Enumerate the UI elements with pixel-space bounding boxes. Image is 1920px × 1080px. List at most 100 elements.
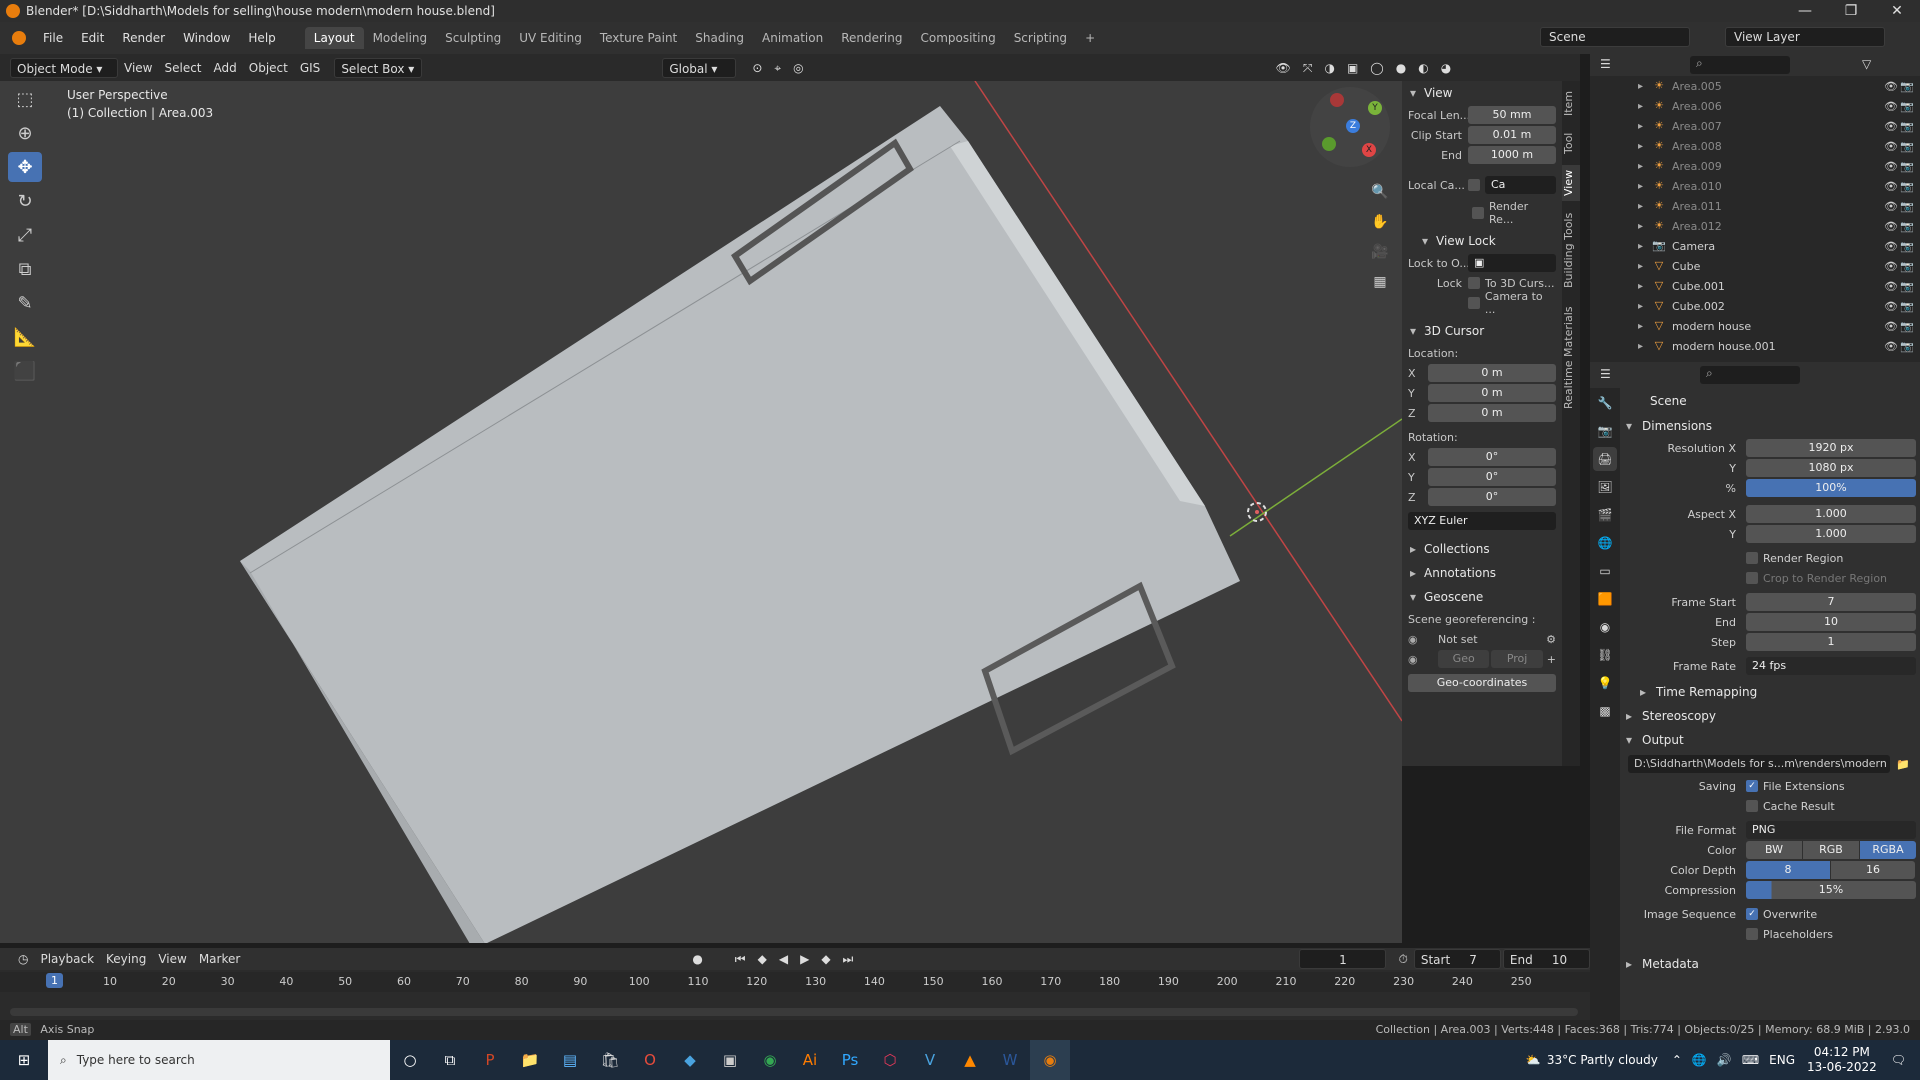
tab-item[interactable]: Item	[1562, 85, 1580, 121]
metadata-title[interactable]: Metadata	[1620, 952, 1920, 976]
outliner-row[interactable]: ▸ ☀ Area.008 👁 📷	[1590, 136, 1920, 156]
expand-arrow-icon[interactable]: ▸	[1638, 81, 1652, 92]
lock-object-field[interactable]: ▣	[1468, 254, 1556, 272]
cursor-loc-z-field[interactable]: 0 m	[1428, 404, 1556, 422]
color-depth-8-button[interactable]: 8	[1746, 861, 1830, 879]
tool-props-icon[interactable]: 🔧	[1593, 391, 1617, 415]
add-menu[interactable]: Add	[208, 58, 243, 78]
world-props-icon[interactable]: 🌐	[1593, 531, 1617, 555]
3d-viewport[interactable]: Z Y X 🔍 ✋ 🎥 ▦	[0, 81, 1402, 943]
jump-end-icon[interactable]: ⏭	[837, 949, 860, 969]
outliner-item-name[interactable]: Cube.002	[1672, 300, 1725, 313]
aspect-y-field[interactable]: 1.000	[1746, 525, 1916, 543]
render-toggle-icon[interactable]: 📷	[1900, 100, 1914, 113]
render-toggle-icon[interactable]: 📷	[1900, 120, 1914, 133]
view-lock-title[interactable]: View Lock	[1414, 229, 1562, 253]
to-3d-cursor-checkbox[interactable]	[1468, 277, 1480, 289]
wireframe-shading-icon[interactable]: ◯	[1364, 58, 1389, 78]
menu-file[interactable]: File	[34, 31, 72, 45]
gizmo-neg-y-icon[interactable]	[1322, 137, 1336, 151]
outliner-item-name[interactable]: Area.006	[1672, 100, 1722, 113]
weather-text[interactable]: 33°C Partly cloudy	[1547, 1053, 1658, 1067]
focal-length-field[interactable]: 50 mm	[1468, 106, 1556, 124]
gis-menu[interactable]: GIS	[294, 58, 326, 78]
playback-menu[interactable]: Playback	[34, 949, 100, 969]
menu-edit[interactable]: Edit	[72, 31, 113, 45]
outliner-row[interactable]: ▸ ☀ Area.009 👁 📷	[1590, 156, 1920, 176]
outliner-item-name[interactable]: Area.011	[1672, 200, 1722, 213]
keyboard-icon[interactable]: ⌨	[1742, 1053, 1759, 1067]
frame-end-field[interactable]: 10	[1746, 613, 1916, 631]
sketchup-icon[interactable]: ⬡	[870, 1040, 910, 1080]
blender-taskbar-icon[interactable]: ◉	[1030, 1040, 1070, 1080]
playhead[interactable]: 1	[46, 973, 63, 988]
render-shading-icon[interactable]: ◕	[1435, 58, 1457, 78]
transform-tool-icon[interactable]: ⧉	[8, 254, 42, 284]
color-depth-16-button[interactable]: 16	[1831, 861, 1915, 879]
visibility-icon[interactable]: 👁	[1270, 58, 1297, 78]
tray-chevron-icon[interactable]: ⌃	[1672, 1053, 1682, 1067]
mode-selector[interactable]: Object Mode ▾	[10, 57, 118, 78]
expand-arrow-icon[interactable]: ▸	[1638, 241, 1652, 252]
language-indicator[interactable]: ENG	[1769, 1053, 1795, 1067]
measure-tool-icon[interactable]: 📐	[8, 322, 42, 352]
select-box-dropdown[interactable]: Select Box ▾	[334, 57, 423, 78]
app-icon-2[interactable]: ▣	[710, 1040, 750, 1080]
menu-render[interactable]: Render	[113, 31, 174, 45]
annotate-tool-icon[interactable]: ✎	[8, 288, 42, 318]
pan-hand-icon[interactable]: ✋	[1370, 207, 1390, 237]
add-cube-tool-icon[interactable]: ⬛	[8, 356, 42, 386]
outliner-item-name[interactable]: Area.009	[1672, 160, 1722, 173]
word-icon[interactable]: W	[990, 1040, 1030, 1080]
frame-rate-dropdown[interactable]: 24 fps	[1746, 657, 1916, 675]
tab-realtime-materials[interactable]: Realtime Materials	[1562, 299, 1580, 417]
outliner-row[interactable]: ▸ ▽ modern house 👁 📷	[1590, 316, 1920, 336]
expand-arrow-icon[interactable]: ▸	[1638, 161, 1652, 172]
render-toggle-icon[interactable]: 📷	[1900, 320, 1914, 333]
cursor-rot-x-field[interactable]: 0°	[1428, 448, 1556, 466]
volume-icon[interactable]: 🔊	[1717, 1053, 1732, 1067]
tab-uv-editing[interactable]: UV Editing	[510, 27, 591, 49]
color-rgba-button[interactable]: RGBA	[1860, 841, 1916, 859]
cursor-rot-y-field[interactable]: 0°	[1428, 468, 1556, 486]
camera-view-icon[interactable]: 🎥	[1370, 237, 1390, 267]
visibility-eye-icon[interactable]: 👁	[1884, 220, 1898, 233]
render-toggle-icon[interactable]: 📷	[1900, 80, 1914, 93]
expand-arrow-icon[interactable]: ▸	[1638, 281, 1652, 292]
time-remapping-title[interactable]: Time Remapping	[1634, 680, 1920, 704]
view-layer-selector[interactable]: View Layer	[1725, 27, 1885, 47]
tab-building-tools[interactable]: Building Tools	[1562, 205, 1580, 295]
annotations-title[interactable]: Annotations	[1402, 561, 1562, 585]
outliner-row[interactable]: ▸ ▽ Cube.002 👁 📷	[1590, 296, 1920, 316]
object-menu[interactable]: Object	[243, 58, 294, 78]
use-preview-range-icon[interactable]: ⏱	[1392, 949, 1413, 969]
task-view-icon[interactable]: ⧉	[430, 1040, 470, 1080]
outliner-item-name[interactable]: Area.005	[1672, 80, 1722, 93]
play-icon[interactable]: ▶	[794, 949, 815, 969]
tab-shading[interactable]: Shading	[686, 27, 753, 49]
keying-menu[interactable]: Keying	[100, 949, 152, 969]
gizmo-neg-x-icon[interactable]	[1330, 93, 1344, 107]
tab-scripting[interactable]: Scripting	[1005, 27, 1076, 49]
frame-ruler[interactable]: 1 10 20 30 40 50 60 70 80 90 100 110 120 130 140 150 16…	[0, 972, 1590, 992]
navigation-gizmo[interactable]: Z Y X	[1310, 87, 1390, 167]
gizmo-toggle-icon[interactable]: ⤧	[1297, 58, 1319, 78]
3d-cursor-title[interactable]: 3D Cursor	[1402, 319, 1562, 343]
outliner-row[interactable]: ▸ ☀ Area.005 👁 📷	[1590, 76, 1920, 96]
view-menu[interactable]: View	[118, 58, 158, 78]
current-frame-field[interactable]: 1	[1299, 949, 1387, 969]
visibility-eye-icon[interactable]: 👁	[1884, 280, 1898, 293]
menu-window[interactable]: Window	[174, 31, 239, 45]
local-camera-checkbox[interactable]	[1468, 179, 1480, 191]
visibility-eye-icon[interactable]: 👁	[1884, 120, 1898, 133]
remote-desktop-icon[interactable]: ▤	[550, 1040, 590, 1080]
render-toggle-icon[interactable]: 📷	[1900, 200, 1914, 213]
cursor-rot-z-field[interactable]: 0°	[1428, 488, 1556, 506]
outliner-item-name[interactable]: modern house	[1672, 320, 1751, 333]
expand-arrow-icon[interactable]: ▸	[1638, 201, 1652, 212]
timeline-scrollbar[interactable]	[10, 1008, 1578, 1016]
photoshop-icon[interactable]: Ps	[830, 1040, 870, 1080]
timeline-editor-icon[interactable]: ◷	[12, 949, 34, 969]
material-shading-icon[interactable]: ◐	[1412, 58, 1434, 78]
clock[interactable]: 04:12 PM 13-06-2022	[1807, 1045, 1877, 1075]
